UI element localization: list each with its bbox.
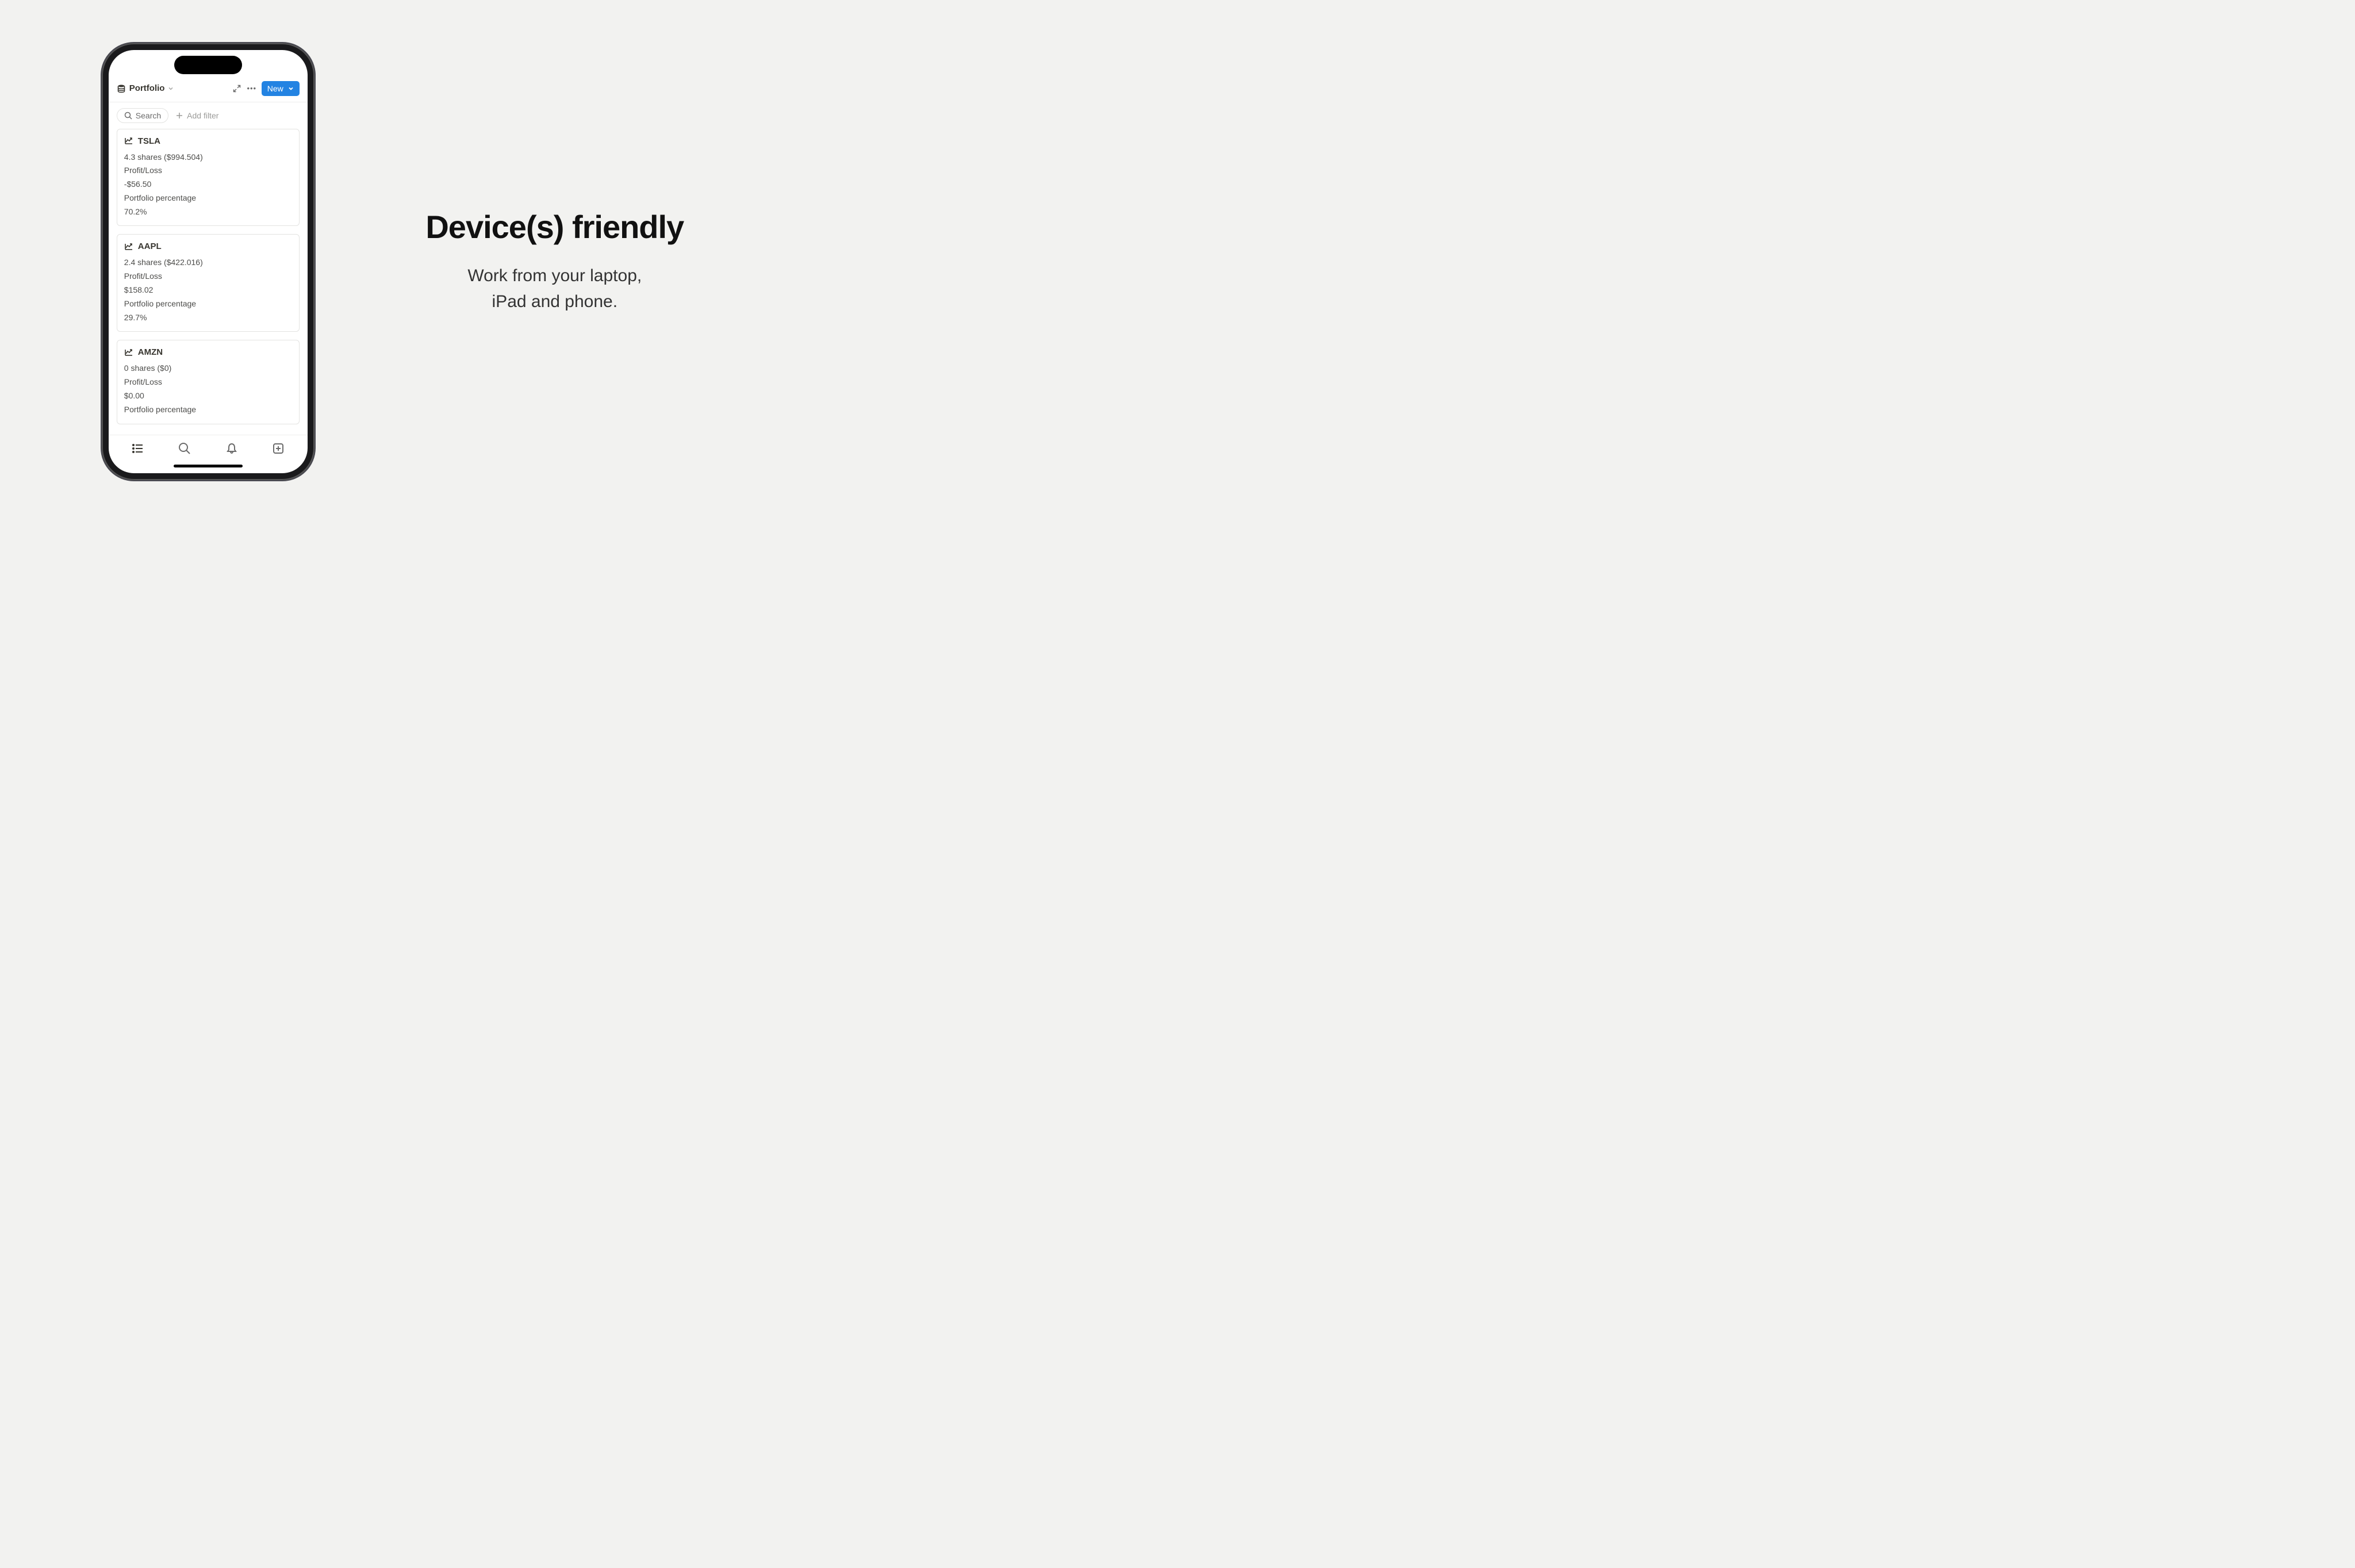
marketing-copy: Device(s) friendly Work from your laptop… (425, 208, 684, 315)
page-title-group[interactable]: Portfolio (117, 83, 227, 93)
chevron-down-icon (168, 86, 174, 91)
expand-icon (233, 85, 241, 93)
chevron-down-icon (288, 86, 294, 91)
nav-notifications-button[interactable] (224, 441, 239, 456)
headline: Device(s) friendly (425, 208, 684, 246)
pl-value: $158.02 (124, 283, 292, 297)
search-button[interactable]: Search (117, 108, 168, 123)
chart-line-icon (124, 348, 133, 357)
nav-add-button[interactable] (271, 441, 286, 456)
pl-label: Profit/Loss (124, 375, 292, 389)
phone-screen: Portfolio ••• New Search (109, 50, 308, 473)
database-icon (117, 84, 126, 93)
plus-square-icon (272, 442, 285, 455)
pl-label: Profit/Loss (124, 164, 292, 178)
page-title: Portfolio (129, 83, 165, 93)
dynamic-island (174, 56, 242, 74)
shares-line: 2.4 shares ($422.016) (124, 256, 292, 270)
new-button[interactable]: New (262, 81, 300, 96)
search-icon (124, 112, 132, 120)
shares-line: 4.3 shares ($994.504) (124, 151, 292, 164)
nav-list-button[interactable] (131, 441, 145, 456)
pct-label: Portfolio percentage (124, 191, 292, 205)
pl-value: -$56.50 (124, 178, 292, 191)
pct-label: Portfolio percentage (124, 297, 292, 311)
new-button-label: New (267, 84, 283, 93)
list-icon (131, 442, 145, 455)
search-icon (178, 442, 191, 455)
phone-frame: Portfolio ••• New Search (102, 43, 314, 480)
more-button[interactable]: ••• (247, 83, 257, 94)
stock-card[interactable]: AMZN 0 shares ($0) Profit/Loss $0.00 Por… (117, 340, 300, 424)
dots-icon: ••• (247, 84, 256, 93)
subhead: Work from your laptop, iPad and phone. (425, 263, 684, 315)
app-header: Portfolio ••• New (109, 78, 308, 102)
expand-button[interactable] (232, 83, 242, 94)
filter-bar: Search Add filter (109, 102, 308, 129)
ticker: AAPL (138, 241, 162, 251)
shares-line: 0 shares ($0) (124, 362, 292, 375)
chart-line-icon (124, 242, 133, 251)
bell-icon (225, 442, 238, 455)
home-indicator (109, 459, 308, 473)
plus-icon (175, 112, 183, 120)
ticker: TSLA (138, 136, 160, 146)
stock-card[interactable]: TSLA 4.3 shares ($994.504) Profit/Loss -… (117, 129, 300, 227)
pl-value: $0.00 (124, 389, 292, 403)
pct-value: 70.2% (124, 205, 292, 219)
nav-search-button[interactable] (177, 441, 192, 456)
pct-value: 29.7% (124, 311, 292, 325)
chart-line-icon (124, 136, 133, 145)
pct-label: Portfolio percentage (124, 403, 292, 417)
bottom-nav (109, 435, 308, 459)
search-label: Search (136, 111, 161, 120)
ticker: AMZN (138, 347, 163, 357)
pl-label: Profit/Loss (124, 270, 292, 283)
add-filter-label: Add filter (187, 111, 218, 120)
add-filter-button[interactable]: Add filter (175, 111, 218, 120)
stock-card[interactable]: AAPL 2.4 shares ($422.016) Profit/Loss $… (117, 234, 300, 332)
card-list: TSLA 4.3 shares ($994.504) Profit/Loss -… (109, 129, 308, 435)
